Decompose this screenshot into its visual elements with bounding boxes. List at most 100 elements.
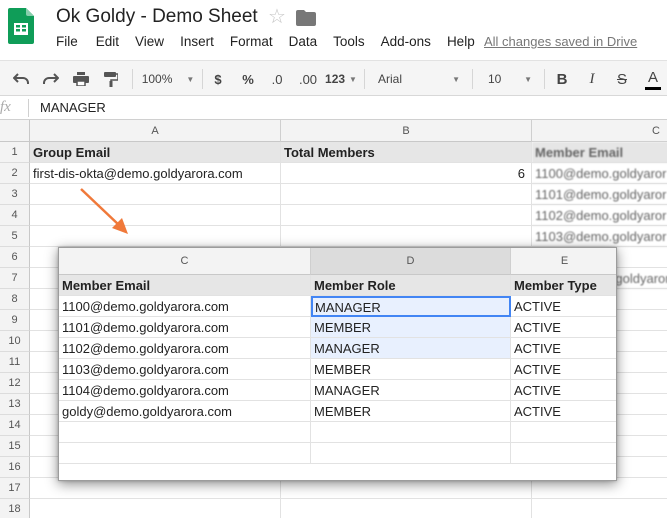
currency-format-button[interactable]: $ xyxy=(208,61,228,97)
popup-cell-email[interactable]: goldy@demo.goldyarora.com xyxy=(59,401,311,422)
popup-cell-type[interactable]: ACTIVE xyxy=(511,296,616,317)
popup-column-header-c[interactable]: C xyxy=(59,248,311,275)
popup-cell-role[interactable]: MANAGER xyxy=(311,296,511,317)
popup-header-member-role[interactable]: Member Role xyxy=(311,275,511,296)
menu-data[interactable]: Data xyxy=(289,34,318,52)
menu-insert[interactable]: Insert xyxy=(180,34,214,52)
row-header[interactable]: 14 xyxy=(0,415,30,436)
popup-cell-role[interactable]: MEMBER xyxy=(311,317,511,338)
popup-cell-email[interactable]: 1101@demo.goldyarora.com xyxy=(59,317,311,338)
row-header[interactable]: 11 xyxy=(0,352,30,373)
row-header[interactable]: 16 xyxy=(0,457,30,478)
row-header[interactable]: 7 xyxy=(0,268,30,289)
menu-file[interactable]: File xyxy=(56,34,78,52)
increase-decimal-button[interactable]: .00 xyxy=(296,61,320,97)
row-header[interactable]: 1 xyxy=(0,142,30,163)
document-title[interactable]: Ok Goldy - Demo Sheet xyxy=(56,6,258,28)
decrease-decimal-button[interactable]: .0 xyxy=(266,61,288,97)
row-header[interactable]: 6 xyxy=(0,247,30,268)
row-header[interactable]: 10 xyxy=(0,331,30,352)
row-header[interactable]: 3 xyxy=(0,184,30,205)
popup-empty-cell[interactable] xyxy=(59,443,311,464)
font-size-select[interactable]: 10 ▼ xyxy=(484,61,536,97)
menu-format[interactable]: Format xyxy=(230,34,273,52)
row-header[interactable]: 13 xyxy=(0,394,30,415)
paint-format-button[interactable] xyxy=(100,61,122,97)
popup-cell-role[interactable]: MEMBER xyxy=(311,359,511,380)
more-formats-button[interactable]: 123 ▼ xyxy=(324,61,358,97)
menu-view[interactable]: View xyxy=(135,34,164,52)
cell-c5[interactable]: 1103@demo.goldyaror xyxy=(532,226,667,247)
zoom-select[interactable]: 100% ▼ xyxy=(140,61,196,97)
popup-empty-cell[interactable] xyxy=(59,422,311,443)
menu-tools[interactable]: Tools xyxy=(333,34,365,52)
redo-button[interactable] xyxy=(40,61,62,97)
menu-addons[interactable]: Add-ons xyxy=(381,34,431,52)
grid-cell[interactable] xyxy=(30,478,281,499)
formula-input[interactable]: MANAGER xyxy=(40,100,106,115)
cell-a2[interactable]: first-dis-okta@demo.goldyarora.com xyxy=(30,163,281,184)
grid-cell[interactable] xyxy=(30,499,281,518)
popup-cell-type[interactable]: ACTIVE xyxy=(511,338,616,359)
popup-empty-cell[interactable] xyxy=(311,422,511,443)
popup-cell-email[interactable]: 1104@demo.goldyarora.com xyxy=(59,380,311,401)
percent-format-button[interactable]: % xyxy=(238,61,258,97)
undo-button[interactable] xyxy=(10,61,32,97)
strikethrough-button[interactable]: S xyxy=(612,61,632,97)
popup-empty-cell[interactable] xyxy=(511,443,616,464)
cell-a1[interactable]: Group Email xyxy=(30,142,281,163)
menu-help[interactable]: Help xyxy=(447,34,475,52)
popup-header-member-email[interactable]: Member Email xyxy=(59,275,311,296)
row-header[interactable]: 15 xyxy=(0,436,30,457)
grid-cell[interactable] xyxy=(30,205,281,226)
popup-cell-email[interactable]: 1103@demo.goldyarora.com xyxy=(59,359,311,380)
star-icon[interactable]: ☆ xyxy=(268,6,286,28)
popup-cell-role[interactable]: MEMBER xyxy=(311,401,511,422)
cell-c3[interactable]: 1101@demo.goldyaror xyxy=(532,184,667,205)
popup-cell-role[interactable]: MANAGER xyxy=(311,380,511,401)
row-header[interactable]: 8 xyxy=(0,289,30,310)
text-color-button[interactable]: A xyxy=(642,61,664,97)
row-header[interactable]: 4 xyxy=(0,205,30,226)
grid-cell[interactable] xyxy=(281,499,532,518)
bold-button[interactable]: B xyxy=(552,61,572,97)
popup-empty-cell[interactable] xyxy=(511,422,616,443)
popup-empty-cell[interactable] xyxy=(311,443,511,464)
column-header-b[interactable]: B xyxy=(281,120,532,142)
menu-edit[interactable]: Edit xyxy=(96,34,119,52)
row-header[interactable]: 2 xyxy=(0,163,30,184)
cell-c1[interactable]: Member Email xyxy=(532,142,667,163)
save-status-link[interactable]: All changes saved in Drive xyxy=(484,34,637,49)
popup-cell-type[interactable]: ACTIVE xyxy=(511,359,616,380)
grid-cell[interactable] xyxy=(281,226,532,247)
grid-cell[interactable] xyxy=(281,478,532,499)
italic-button[interactable]: I xyxy=(582,61,602,97)
sheets-logo-icon[interactable] xyxy=(8,8,34,44)
cell-b2[interactable]: 6 xyxy=(281,163,532,184)
cell-b1[interactable]: Total Members xyxy=(281,142,532,163)
row-header[interactable]: 18 xyxy=(0,499,30,518)
grid-cell[interactable] xyxy=(281,184,532,205)
popup-header-member-type[interactable]: Member Type xyxy=(511,275,616,296)
select-all-corner[interactable] xyxy=(0,120,30,142)
font-family-select[interactable]: Arial ▼ xyxy=(374,61,464,97)
popup-column-header-d[interactable]: D xyxy=(311,248,511,275)
cell-c2[interactable]: 1100@demo.goldyaror xyxy=(532,163,667,184)
grid-cell[interactable] xyxy=(30,226,281,247)
print-button[interactable] xyxy=(70,61,92,97)
grid-cell[interactable] xyxy=(281,205,532,226)
grid-cell[interactable] xyxy=(532,499,667,518)
column-header-c[interactable]: C xyxy=(532,120,667,142)
column-header-a[interactable]: A xyxy=(30,120,281,142)
row-header[interactable]: 9 xyxy=(0,310,30,331)
popup-cell-role[interactable]: MANAGER xyxy=(311,338,511,359)
popup-cell-type[interactable]: ACTIVE xyxy=(511,380,616,401)
grid-cell[interactable] xyxy=(532,478,667,499)
row-header[interactable]: 12 xyxy=(0,373,30,394)
grid-cell[interactable] xyxy=(30,184,281,205)
popup-cell-email[interactable]: 1102@demo.goldyarora.com xyxy=(59,338,311,359)
popup-cell-type[interactable]: ACTIVE xyxy=(511,401,616,422)
row-header[interactable]: 17 xyxy=(0,478,30,499)
popup-column-header-e[interactable]: E xyxy=(511,248,616,275)
cell-c4[interactable]: 1102@demo.goldyaror xyxy=(532,205,667,226)
